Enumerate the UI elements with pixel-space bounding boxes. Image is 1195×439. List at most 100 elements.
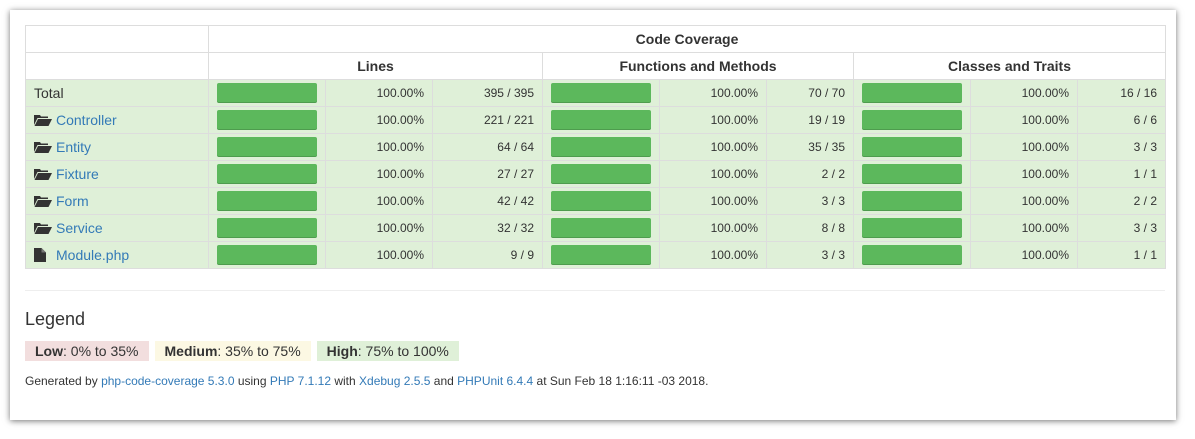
lines-count: 64 / 64	[432, 133, 543, 161]
row-link[interactable]: Form	[56, 193, 89, 209]
lines-progress-bar	[217, 137, 317, 157]
legend-medium-label: Medium	[164, 343, 218, 359]
classes-count: 3 / 3	[1076, 133, 1167, 161]
classes-progress-bar	[862, 110, 962, 130]
functions-progress-bar	[551, 164, 651, 184]
classes-percent: 100.00%	[970, 187, 1078, 215]
classes-bar-cell	[853, 160, 971, 188]
php-code-coverage-link[interactable]: php-code-coverage 5.3.0	[101, 374, 234, 388]
classes-count: 16 / 16	[1076, 79, 1167, 107]
footer: Generated by php-code-coverage 5.3.0 usi…	[25, 374, 708, 388]
classes-percent: 100.00%	[970, 79, 1078, 107]
functions-count: 8 / 8	[766, 214, 854, 242]
table-row: Form 100.00% 42 / 42 100.00% 3 / 3 100.00% 2 /…	[25, 187, 1167, 215]
classes-bar-cell	[853, 79, 971, 107]
lines-bar-cell	[208, 214, 326, 242]
coverage-table: Code Coverage Lines Functions and Method…	[25, 25, 1167, 269]
functions-percent: 100.00%	[659, 241, 767, 269]
legend-high-label: High	[326, 343, 358, 359]
header-empty-cell	[25, 25, 209, 53]
xdebug-link[interactable]: Xdebug 2.5.5	[359, 374, 430, 388]
functions-percent: 100.00%	[659, 187, 767, 215]
legend-low-label: Low	[35, 343, 63, 359]
lines-header: Lines	[208, 52, 543, 80]
row-link[interactable]: Entity	[56, 139, 91, 155]
lines-bar-cell	[208, 160, 326, 188]
functions-progress-bar	[551, 83, 651, 103]
functions-count: 19 / 19	[766, 106, 854, 134]
lines-count: 42 / 42	[432, 187, 543, 215]
classes-percent: 100.00%	[970, 214, 1078, 242]
classes-progress-bar	[862, 191, 962, 211]
row-link[interactable]: Service	[56, 220, 103, 236]
lines-percent: 100.00%	[325, 133, 433, 161]
lines-progress-bar	[217, 218, 317, 238]
lines-percent: 100.00%	[325, 160, 433, 188]
functions-count: 35 / 35	[766, 133, 854, 161]
functions-count: 70 / 70	[766, 79, 854, 107]
legend: Low: 0% to 35% Medium: 35% to 75% High: …	[25, 341, 459, 361]
table-row: Controller 100.00% 221 / 221 100.00% 19 / 19…	[25, 106, 1167, 134]
functions-count: 3 / 3	[766, 241, 854, 269]
footer-generated-by: Generated by	[25, 374, 102, 388]
lines-progress-bar	[217, 245, 317, 265]
lines-bar-cell	[208, 106, 326, 134]
row-name-cell: Controller	[25, 106, 209, 134]
functions-progress-bar	[551, 191, 651, 211]
functions-percent: 100.00%	[659, 160, 767, 188]
row-link[interactable]: Fixture	[56, 166, 99, 182]
classes-percent: 100.00%	[970, 106, 1078, 134]
php-link[interactable]: PHP 7.1.12	[270, 374, 331, 388]
classes-progress-bar	[862, 83, 962, 103]
lines-progress-bar	[217, 191, 317, 211]
classes-percent: 100.00%	[970, 241, 1078, 269]
lines-progress-bar	[217, 83, 317, 103]
classes-progress-bar	[862, 164, 962, 184]
classes-bar-cell	[853, 133, 971, 161]
functions-progress-bar	[551, 245, 651, 265]
folder-open-icon	[34, 194, 52, 207]
functions-progress-bar	[551, 137, 651, 157]
divider	[25, 290, 1165, 291]
folder-open-icon	[34, 113, 52, 126]
folder-open-icon	[34, 167, 52, 180]
classes-header: Classes and Traits	[852, 52, 1167, 80]
folder-open-icon	[34, 140, 52, 153]
file-icon	[34, 248, 46, 262]
legend-title: Legend	[25, 309, 86, 329]
legend-medium-range: : 35% to 75%	[217, 343, 301, 359]
lines-progress-bar	[217, 110, 317, 130]
row-link[interactable]: Module.php	[56, 247, 129, 263]
lines-bar-cell	[208, 241, 326, 269]
classes-bar-cell	[853, 214, 971, 242]
lines-count: 9 / 9	[432, 241, 543, 269]
functions-progress-bar	[551, 110, 651, 130]
functions-header: Functions and Methods	[542, 52, 854, 80]
lines-percent: 100.00%	[325, 241, 433, 269]
classes-count: 1 / 1	[1076, 241, 1167, 269]
functions-percent: 100.00%	[659, 133, 767, 161]
functions-count: 2 / 2	[766, 160, 854, 188]
row-name-cell: Fixture	[25, 160, 209, 188]
functions-percent: 100.00%	[659, 106, 767, 134]
row-name-cell: Form	[25, 187, 209, 215]
row-name-cell: Total	[25, 79, 209, 107]
row-link[interactable]: Controller	[56, 112, 117, 128]
lines-count: 395 / 395	[432, 79, 543, 107]
table-row: Module.php 100.00% 9 / 9 100.00% 3 / 3 100.00…	[25, 241, 1167, 269]
classes-percent: 100.00%	[970, 133, 1078, 161]
footer-and: and	[430, 374, 458, 388]
phpunit-link[interactable]: PHPUnit 6.4.4	[457, 374, 533, 388]
classes-percent: 100.00%	[970, 160, 1078, 188]
classes-count: 6 / 6	[1076, 106, 1167, 134]
row-name-cell: Service	[25, 214, 209, 242]
table-row: Total 100.00% 395 / 395 100.00% 70 / 70 100.0…	[25, 79, 1167, 107]
table-row: Entity 100.00% 64 / 64 100.00% 35 / 35 100.00…	[25, 133, 1167, 161]
classes-progress-bar	[862, 245, 962, 265]
classes-count: 3 / 3	[1076, 214, 1167, 242]
lines-count: 221 / 221	[432, 106, 543, 134]
legend-low: Low: 0% to 35%	[25, 341, 149, 361]
lines-percent: 100.00%	[325, 187, 433, 215]
functions-bar-cell	[542, 106, 660, 134]
functions-bar-cell	[542, 241, 660, 269]
